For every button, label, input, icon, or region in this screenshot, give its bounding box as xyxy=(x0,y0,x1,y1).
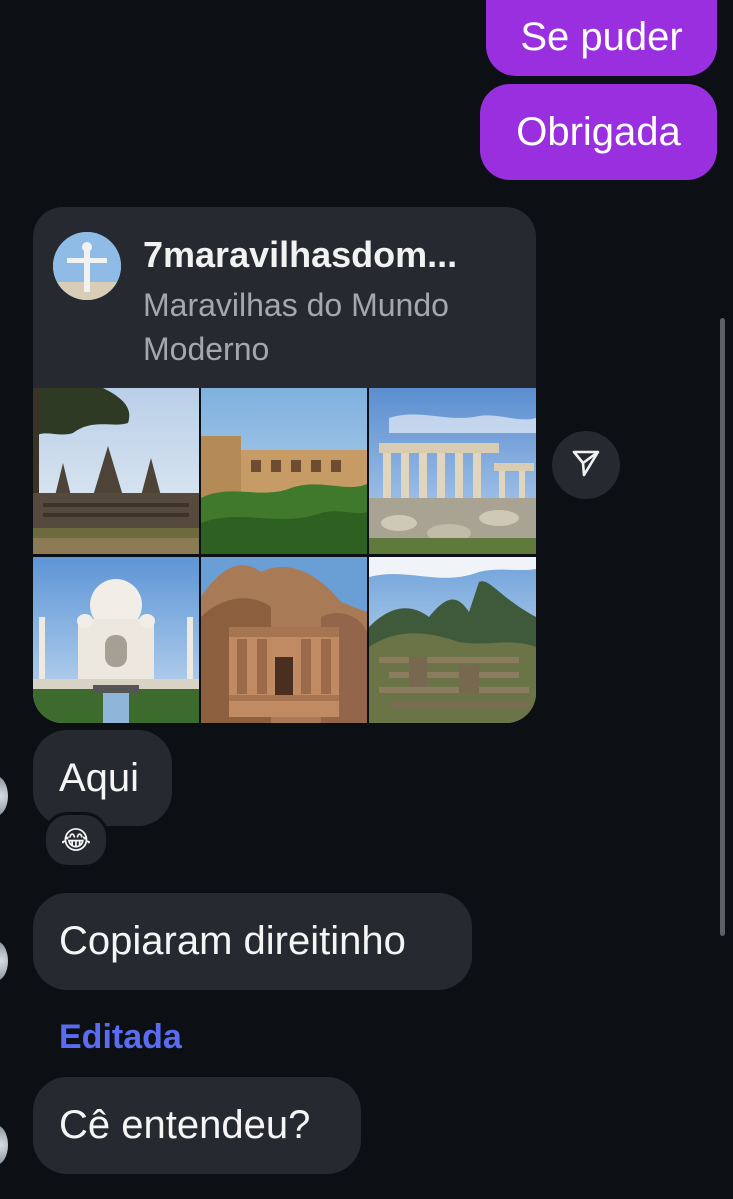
message-text: Se puder xyxy=(520,15,683,59)
message-text: Aqui xyxy=(59,755,140,800)
send-icon xyxy=(571,448,601,483)
photo-alhambra[interactable] xyxy=(201,388,367,554)
photo-petra[interactable] xyxy=(201,557,367,723)
tears-of-joy-emoji: 😂 xyxy=(60,824,92,855)
message-text: Obrigada xyxy=(516,110,681,154)
message-text: Cê entendeu? xyxy=(59,1103,311,1147)
photo-acropolis[interactable] xyxy=(369,388,536,554)
sender-avatar[interactable] xyxy=(0,776,8,816)
share-post-button[interactable] xyxy=(552,431,620,499)
photo-taj-mahal[interactable] xyxy=(33,557,199,723)
sender-avatar[interactable] xyxy=(0,1125,8,1165)
outgoing-message[interactable]: Obrigada xyxy=(480,84,717,180)
sender-avatar[interactable] xyxy=(0,941,8,981)
message-reaction[interactable]: 😂 xyxy=(43,812,109,868)
edited-label: Editada xyxy=(59,1018,182,1056)
photo-machu-picchu[interactable] xyxy=(369,557,536,723)
post-author-avatar[interactable] xyxy=(53,232,121,300)
photo-angkor-wat[interactable] xyxy=(33,388,199,554)
incoming-message[interactable]: Copiaram direitinho xyxy=(33,893,472,990)
shared-post-header: 7maravilhasdom... Maravilhas do Mundo Mo… xyxy=(33,207,536,388)
message-text: Copiaram direitinho xyxy=(59,919,406,963)
post-photo-grid[interactable] xyxy=(33,388,536,723)
post-caption: Maravilhas do Mundo Moderno xyxy=(143,287,449,367)
shared-post-card[interactable]: 7maravilhasdom... Maravilhas do Mundo Mo… xyxy=(33,207,536,723)
scrollbar[interactable] xyxy=(720,318,725,936)
incoming-message[interactable]: Aqui xyxy=(33,730,172,826)
post-author-username[interactable]: 7maravilhasdom... xyxy=(143,234,523,276)
outgoing-message[interactable]: Se puder xyxy=(486,0,717,76)
incoming-message[interactable]: Cê entendeu? xyxy=(33,1077,361,1174)
